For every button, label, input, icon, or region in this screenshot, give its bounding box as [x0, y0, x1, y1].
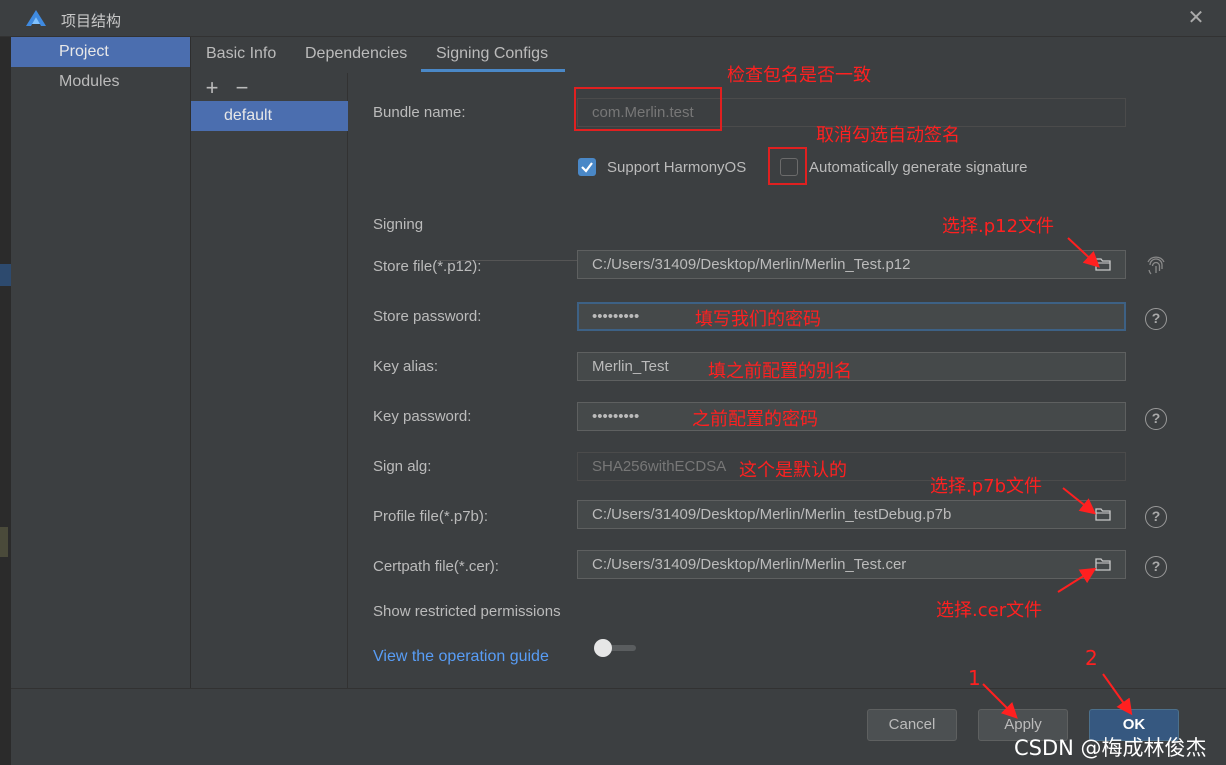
background-highlight — [0, 264, 11, 286]
cancel-button[interactable]: Cancel — [867, 709, 957, 741]
show-restricted-toggle[interactable] — [594, 639, 638, 657]
certpath-file-field[interactable]: C:/Users/31409/Desktop/Merlin/Merlin_Tes… — [577, 550, 1126, 579]
background-highlight — [0, 527, 8, 557]
key-password-label: Key password: — [373, 408, 472, 425]
help-icon[interactable]: ? — [1145, 506, 1167, 528]
app-logo-icon — [26, 10, 46, 26]
sidebar-item-modules[interactable]: Modules — [11, 67, 190, 97]
watermark: CSDN @梅成林俊杰 — [1014, 736, 1207, 760]
annotation-key-password: 之前配置的密码 — [692, 409, 818, 430]
annotation-box-bundle — [574, 87, 722, 131]
config-item-default[interactable]: default — [191, 101, 348, 131]
auto-signature-label: Automatically generate signature — [809, 159, 1028, 176]
sign-alg-field: SHA256withECDSA — [577, 452, 1126, 481]
annotation-default-alg: 这个是默认的 — [739, 460, 847, 481]
help-icon[interactable]: ? — [1145, 308, 1167, 330]
store-file-value: C:/Users/31409/Desktop/Merlin/Merlin_Tes… — [592, 256, 911, 273]
sign-alg-label: Sign alg: — [373, 458, 432, 475]
checkmark-icon — [581, 162, 593, 173]
tab-signing-configs[interactable]: Signing Configs — [436, 45, 548, 63]
store-password-field[interactable]: ••••••••• — [577, 302, 1126, 331]
tab-bar: Basic Info Dependencies Signing Configs — [191, 37, 1226, 73]
folder-icon[interactable] — [1095, 257, 1111, 271]
store-file-field[interactable]: C:/Users/31409/Desktop/Merlin/Merlin_Tes… — [577, 250, 1126, 279]
support-harmonyos-label: Support HarmonyOS — [607, 159, 747, 176]
annotation-step-2: 2 — [1085, 646, 1098, 670]
key-alias-label: Key alias: — [373, 358, 439, 375]
active-tab-indicator — [421, 69, 565, 72]
key-password-field[interactable]: ••••••••• — [577, 402, 1126, 431]
help-icon[interactable]: ? — [1145, 556, 1167, 578]
annotation-choose-cer: 选择.cer文件 — [936, 600, 1043, 621]
annotation-box-auto-signature — [768, 147, 807, 185]
profile-file-label: Profile file(*.p7b): — [373, 508, 489, 525]
add-icon[interactable]: + — [202, 77, 222, 99]
fingerprint-icon[interactable] — [1145, 256, 1167, 278]
toggle-knob — [594, 639, 612, 657]
sidebar-item-project[interactable]: Project — [11, 37, 190, 67]
close-icon[interactable]: ✕ — [1186, 8, 1206, 28]
annotation-choose-p7b: 选择.p7b文件 — [930, 476, 1043, 497]
signing-section-title: Signing — [373, 216, 424, 233]
annotation-fill-alias: 填之前配置的别名 — [708, 361, 852, 382]
title-bar: 项目结构 ✕ — [0, 0, 1226, 37]
profile-file-field[interactable]: C:/Users/31409/Desktop/Merlin/Merlin_tes… — [577, 500, 1126, 529]
annotation-fill-password: 填写我们的密码 — [695, 309, 821, 330]
tab-basic-info[interactable]: Basic Info — [206, 45, 276, 63]
help-icon[interactable]: ? — [1145, 408, 1167, 430]
bundle-name-label: Bundle name: — [373, 104, 466, 121]
annotation-check-bundle: 检查包名是否一致 — [727, 65, 871, 86]
window-title: 项目结构 — [61, 12, 122, 30]
sidebar: Project Modules — [11, 37, 191, 688]
support-harmonyos-checkbox[interactable] — [578, 158, 596, 176]
remove-icon[interactable]: − — [232, 77, 252, 99]
tab-dependencies[interactable]: Dependencies — [305, 45, 407, 63]
certpath-file-value: C:/Users/31409/Desktop/Merlin/Merlin_Tes… — [592, 556, 907, 573]
operation-guide-link[interactable]: View the operation guide — [373, 648, 549, 666]
profile-file-value: C:/Users/31409/Desktop/Merlin/Merlin_tes… — [592, 506, 952, 523]
store-password-label: Store password: — [373, 308, 482, 325]
folder-icon[interactable] — [1095, 507, 1111, 521]
folder-icon[interactable] — [1095, 557, 1111, 571]
config-list: + − default — [191, 73, 348, 688]
store-file-label: Store file(*.p12): — [373, 258, 482, 275]
annotation-choose-p12: 选择.p12文件 — [942, 216, 1055, 237]
certpath-file-label: Certpath file(*.cer): — [373, 558, 499, 575]
background-window-edge — [0, 37, 11, 765]
annotation-uncheck-auto: 取消勾选自动签名 — [816, 125, 960, 146]
show-restricted-label: Show restricted permissions — [373, 603, 561, 620]
annotation-step-1: 1 — [968, 666, 981, 690]
